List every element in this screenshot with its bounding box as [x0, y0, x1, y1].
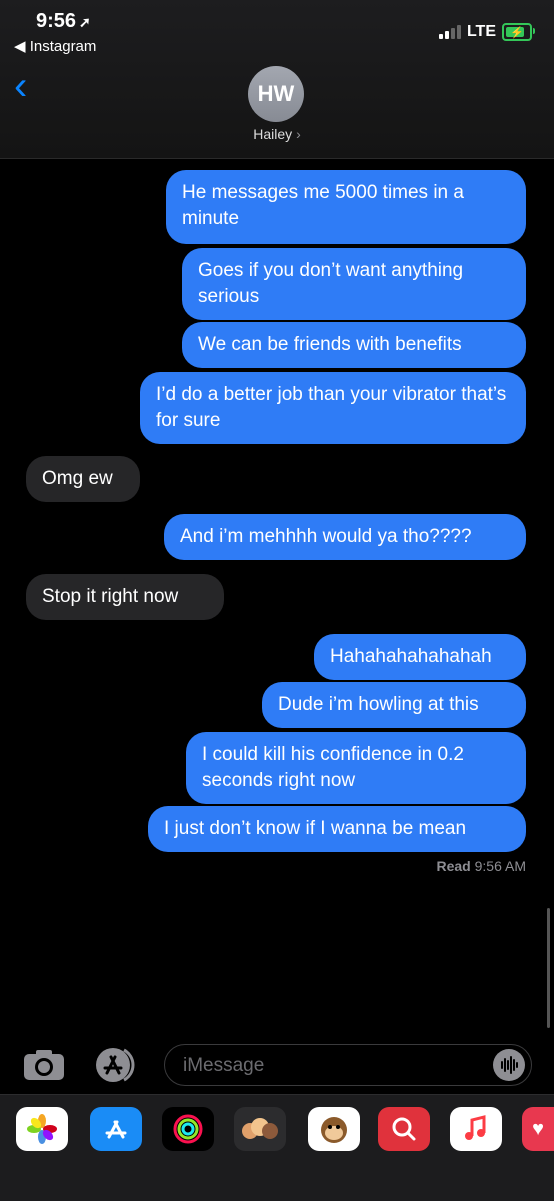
app-drawer: ♥	[0, 1094, 554, 1201]
status-bar: 9:56 ➚ ◀ Instagram LTE ⚡	[0, 0, 554, 60]
clock: 9:56 ➚	[36, 10, 91, 33]
message-bubble-sent[interactable]: Hahahahahahahah	[314, 634, 526, 680]
back-chevron-icon[interactable]: ‹	[14, 66, 27, 106]
scrollbar[interactable]	[547, 908, 550, 1028]
message-text: Dude i’m howling at this	[278, 694, 479, 715]
message-bubble-received[interactable]: Omg ew	[26, 456, 140, 502]
message-text: I’d do a better job than your vibrator t…	[156, 384, 507, 431]
status-indicators: LTE ⚡	[438, 23, 535, 41]
time-text: 9:56	[36, 10, 77, 32]
message-bubble-sent[interactable]: I’d do a better job than your vibrator t…	[140, 372, 526, 444]
web-search-icon[interactable]	[378, 1107, 430, 1151]
carrier-label: LTE	[466, 23, 496, 40]
message-bubble-sent[interactable]: Dude i’m howling at this	[262, 682, 526, 728]
animoji-icon[interactable]	[308, 1107, 360, 1151]
activity-icon[interactable]	[162, 1107, 214, 1151]
avatar-initials: HW	[257, 81, 295, 106]
message-text: I just don’t know if I wanna be mean	[164, 818, 467, 839]
photos-icon[interactable]	[16, 1107, 68, 1151]
message-bubble-sent[interactable]: He messages me 5000 times in a minute	[166, 170, 526, 244]
message-bubble-received[interactable]: Stop it right now	[26, 574, 224, 620]
app-store-icon[interactable]	[90, 1107, 142, 1151]
imessage-placeholder: iMessage	[183, 1055, 265, 1076]
read-label: Read	[436, 858, 471, 874]
music-icon[interactable]	[450, 1107, 502, 1151]
signal-bars-icon	[438, 25, 461, 39]
message-bubble-sent[interactable]: I just don’t know if I wanna be mean	[148, 806, 526, 852]
message-text: And i’m mehhhh would ya tho????	[180, 526, 472, 547]
message-text: Omg ew	[42, 468, 113, 489]
contact-name: Hailey	[253, 126, 293, 142]
avatar[interactable]: HW	[248, 66, 304, 122]
message-text: He messages me 5000 times in a minute	[182, 182, 464, 229]
chevron-right-icon: ›	[296, 126, 301, 142]
camera-icon[interactable]	[22, 1048, 66, 1082]
message-text: Hahahahahahahah	[330, 646, 492, 667]
message-text: Goes if you don’t want anything serious	[198, 260, 464, 307]
memoji-icon[interactable]	[234, 1107, 286, 1151]
location-arrow-icon: ➚	[79, 14, 91, 30]
message-text: I could kill his confidence in 0.2 secon…	[202, 744, 464, 791]
message-bubble-sent[interactable]: Goes if you don’t want anything serious	[182, 248, 526, 320]
battery-charging-icon: ⚡	[502, 23, 535, 41]
read-time: 9:56 AM	[474, 858, 526, 874]
contact-name-button[interactable]: Hailey ›	[0, 126, 554, 142]
message-bubble-sent[interactable]: We can be friends with benefits	[182, 322, 526, 368]
back-to-app-link[interactable]: ◀ Instagram	[14, 37, 96, 55]
message-text: Stop it right now	[42, 586, 179, 607]
audio-message-icon[interactable]	[493, 1049, 525, 1081]
imessage-input[interactable]: iMessage	[164, 1044, 532, 1086]
compose-bar: iMessage	[0, 1040, 554, 1090]
app-store-drawer-icon[interactable]	[94, 1046, 140, 1084]
heart-icon[interactable]: ♥	[522, 1107, 554, 1151]
message-bubble-sent[interactable]: And i’m mehhhh would ya tho????	[164, 514, 526, 560]
message-bubble-sent[interactable]: I could kill his confidence in 0.2 secon…	[186, 732, 526, 804]
message-text: We can be friends with benefits	[198, 334, 462, 355]
read-receipt: Read 9:56 AM	[437, 858, 527, 874]
